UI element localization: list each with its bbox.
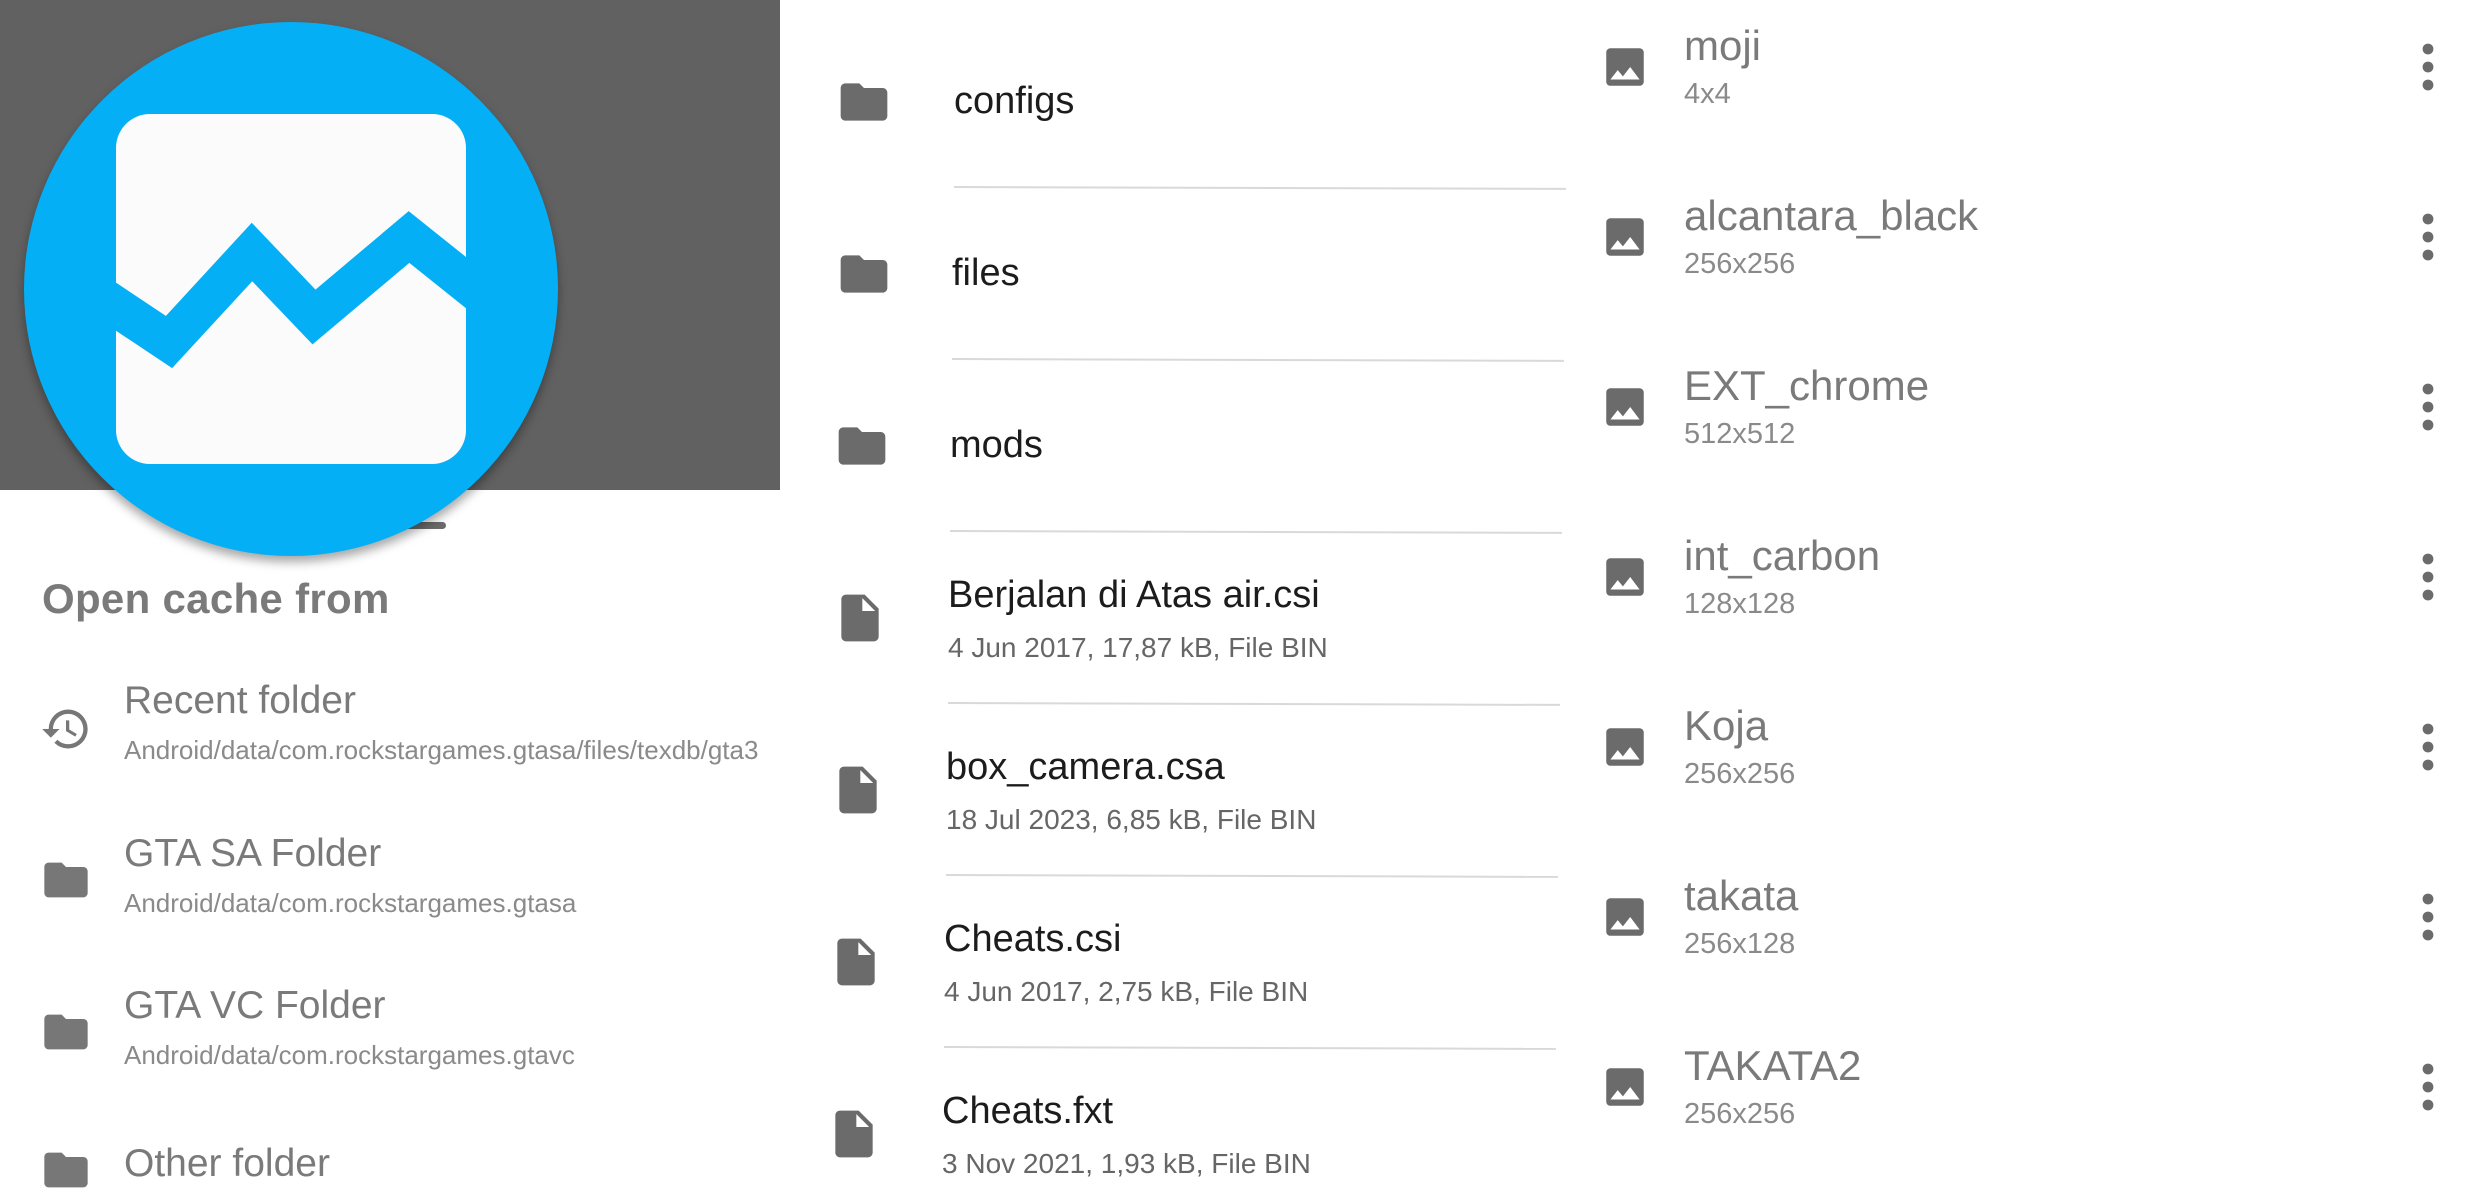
list-item-folder[interactable]: files <box>780 196 1580 368</box>
more-vert-icon[interactable] <box>2414 890 2442 944</box>
divider <box>953 186 1567 190</box>
list-item-folder[interactable]: configs <box>780 24 1580 196</box>
image-icon <box>1606 388 1644 426</box>
texture-item[interactable]: moji 4x4 <box>1580 0 2480 170</box>
option-gta-sa-folder[interactable]: GTA SA Folder Android/data/com.rockstarg… <box>0 828 780 948</box>
more-vert-icon[interactable] <box>2414 380 2442 434</box>
history-icon <box>42 709 88 749</box>
more-vert-icon[interactable] <box>2414 720 2442 774</box>
option-label: Recent folder <box>124 679 356 722</box>
folder-icon <box>44 1152 88 1188</box>
texture-size: 256x128 <box>1684 928 1796 960</box>
item-name: Cheats.csi <box>944 918 1122 960</box>
folder-icon <box>840 255 888 293</box>
folder-icon <box>840 83 888 121</box>
option-recent-folder[interactable]: Recent folder Android/data/com.rockstarg… <box>0 675 780 795</box>
image-icon <box>1606 218 1644 256</box>
texture-size: 256x256 <box>1684 248 1796 280</box>
image-icon <box>1606 1068 1644 1106</box>
image-icon <box>1606 48 1644 86</box>
texture-item[interactable]: EXT_chrome 512x512 <box>1580 340 2480 510</box>
option-label: GTA VC Folder <box>124 984 386 1027</box>
option-path: Android/data/com.rockstargames.gtavc <box>124 1040 575 1070</box>
texture-name: TAKATA2 <box>1684 1042 1862 1089</box>
option-other-folder[interactable]: Other folder <box>0 1134 780 1200</box>
more-vert-icon[interactable] <box>2414 40 2442 94</box>
folder-icon <box>44 1014 88 1050</box>
file-browser-list: configs files mods Berjalan di Atas air.… <box>780 0 1580 1200</box>
image-icon <box>1606 558 1644 596</box>
texture-item[interactable]: int_carbon 128x128 <box>1580 510 2480 680</box>
option-path: Android/data/com.rockstargames.gtasa <box>124 888 577 918</box>
item-meta: 18 Jul 2023, 6,85 kB, File BIN <box>946 804 1317 835</box>
texture-item[interactable]: takata 256x128 <box>1580 850 2480 1020</box>
texture-size: 256x256 <box>1684 758 1796 790</box>
texture-name: Koja <box>1684 702 1769 749</box>
texture-name: EXT_chrome <box>1684 362 1930 409</box>
divider <box>951 358 1565 362</box>
list-item-file[interactable]: Cheats.fxt 3 Nov 2021, 1,93 kB, File BIN <box>780 1056 1580 1200</box>
item-name: Berjalan di Atas air.csi <box>948 574 1320 616</box>
divider <box>949 530 1563 534</box>
texture-size: 512x512 <box>1684 418 1796 450</box>
list-item-file[interactable]: Berjalan di Atas air.csi 4 Jun 2017, 17,… <box>780 540 1580 712</box>
divider <box>945 874 1559 878</box>
open-cache-panel: Open cache from Recent folder Android/da… <box>0 0 780 1200</box>
folder-icon <box>44 862 88 898</box>
list-item-file[interactable]: Cheats.csi 4 Jun 2017, 2,75 kB, File BIN <box>780 884 1580 1056</box>
item-name: Cheats.fxt <box>942 1090 1114 1132</box>
option-path: Android/data/com.rockstargames.gtasa/fil… <box>124 735 759 765</box>
texture-size: 4x4 <box>1684 78 1731 110</box>
file-icon <box>837 938 875 986</box>
file-icon <box>841 594 879 642</box>
option-label: GTA SA Folder <box>124 832 382 875</box>
item-name: files <box>952 252 1020 294</box>
image-icon <box>1606 898 1644 936</box>
more-vert-icon[interactable] <box>2414 210 2442 264</box>
texture-name: moji <box>1684 22 1762 69</box>
file-icon <box>839 766 877 814</box>
divider <box>947 702 1561 706</box>
texture-item[interactable]: Koja 256x256 <box>1580 680 2480 850</box>
list-item-file[interactable]: box_camera.csa 18 Jul 2023, 6,85 kB, Fil… <box>780 712 1580 884</box>
item-name: mods <box>950 424 1043 466</box>
option-gta-vc-folder[interactable]: GTA VC Folder Android/data/com.rockstarg… <box>0 980 780 1100</box>
list-item-folder[interactable]: mods <box>780 368 1580 540</box>
texture-size: 128x128 <box>1684 588 1796 620</box>
texture-name: alcantara_black <box>1684 192 1979 239</box>
item-name: configs <box>954 80 1075 122</box>
item-meta: 4 Jun 2017, 2,75 kB, File BIN <box>944 976 1309 1007</box>
texture-item[interactable]: TAKATA2 256x256 <box>1580 1020 2480 1190</box>
item-meta: 4 Jun 2017, 17,87 kB, File BIN <box>948 632 1328 663</box>
more-vert-icon[interactable] <box>2414 1060 2442 1114</box>
file-icon <box>835 1110 873 1158</box>
texture-item[interactable]: alcantara_black 256x256 <box>1580 170 2480 340</box>
more-vert-icon[interactable] <box>2414 550 2442 604</box>
texture-list: moji 4x4 alcantara_black 256x256 EXT_chr… <box>1580 0 2480 1200</box>
image-icon <box>1606 728 1644 766</box>
item-name: box_camera.csa <box>946 746 1225 788</box>
folder-icon <box>838 427 886 465</box>
texture-name: int_carbon <box>1684 532 1881 579</box>
option-label: Other folder <box>124 1142 330 1185</box>
texture-name: takata <box>1684 872 1799 919</box>
app-logo-icon <box>24 22 558 556</box>
sheet-title: Open cache from <box>42 575 390 622</box>
item-meta: 3 Nov 2021, 1,93 kB, File BIN <box>942 1148 1311 1179</box>
divider <box>943 1046 1557 1050</box>
texture-size: 256x256 <box>1684 1098 1796 1130</box>
